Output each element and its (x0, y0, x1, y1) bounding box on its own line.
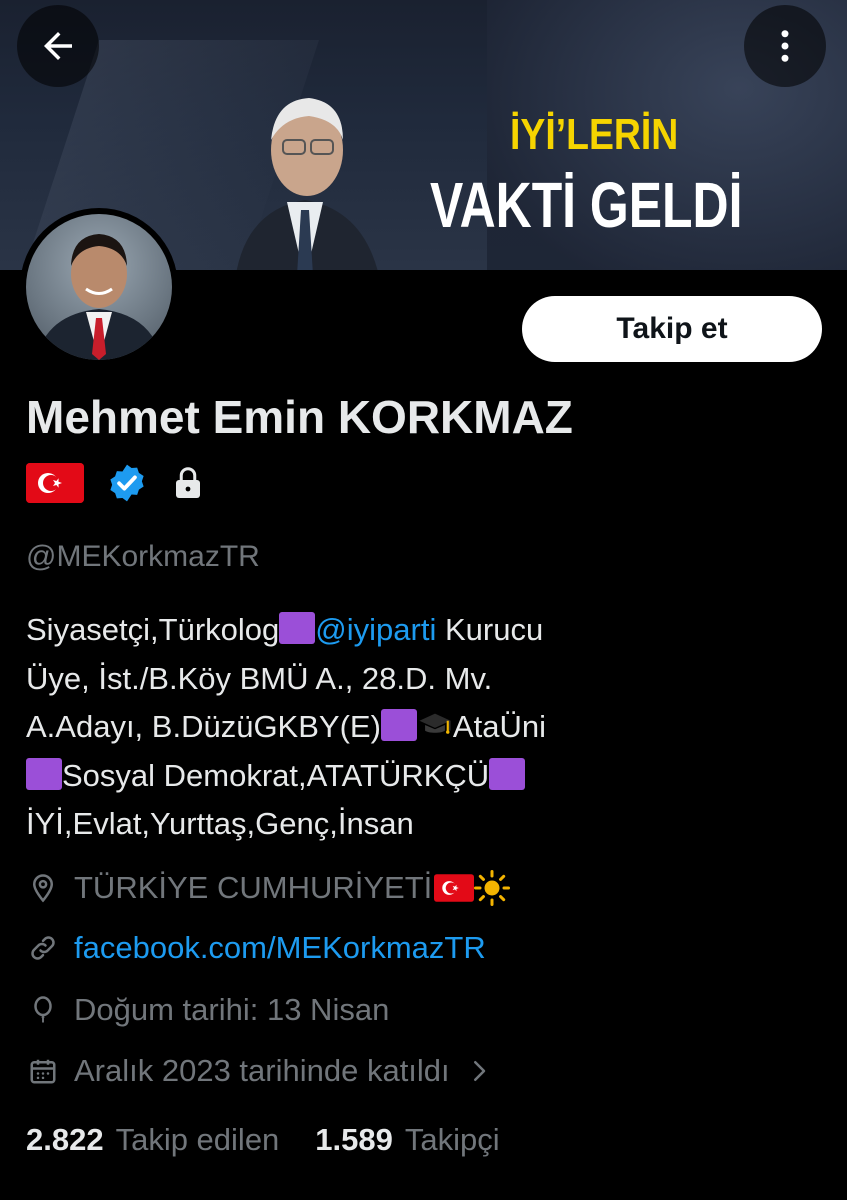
verified-badge-icon[interactable] (106, 462, 148, 504)
profile-joined[interactable]: Aralık 2023 tarihinde katıldı (26, 1053, 494, 1089)
balloon-icon (26, 993, 60, 1027)
sun-icon (474, 870, 511, 906)
bio-text: Siyasetçi,Türkolog (26, 612, 280, 647)
bio-text: İYİ,Evlat,Yurttaş,Genç,İnsan (26, 806, 414, 841)
graduation-cap-icon (419, 713, 451, 734)
bio-text: A.Adayı, B.DüzüGKBY(E) (26, 709, 381, 744)
location-text: TÜRKİYE CUMHURİYETİ (74, 870, 433, 905)
profile-website: facebook.com/MEKorkmazTR (26, 930, 486, 966)
arrow-left-icon (44, 32, 72, 60)
name-badges (26, 462, 206, 504)
purple-square-icon (279, 612, 316, 644)
lock-icon (176, 467, 200, 498)
profile-handle: @MEKorkmazTR (26, 540, 260, 573)
purple-square-icon (489, 757, 526, 790)
link-icon (26, 931, 60, 965)
avatar-portrait (36, 234, 162, 360)
bio-text: Kurucu (436, 612, 544, 647)
more-options-button[interactable] (744, 5, 826, 87)
joined-text: Aralık 2023 tarihinde katıldı (74, 1053, 450, 1088)
website-link[interactable]: facebook.com/MEKorkmazTR (74, 930, 486, 966)
calendar-icon (26, 1054, 60, 1088)
turkey-flag-icon (434, 874, 475, 902)
purple-square-icon (380, 709, 417, 741)
location-pin-icon (26, 871, 60, 905)
back-button[interactable] (17, 5, 99, 87)
display-name: Mehmet Emin KORKMAZ (26, 391, 573, 443)
chevron-right-icon (473, 1061, 485, 1081)
profile-avatar[interactable] (20, 208, 178, 366)
bio-mention-link[interactable]: @iyiparti (315, 612, 436, 647)
profile-bio: Siyasetçi,Türkolog @iyiparti Kurucu Üye, … (26, 606, 726, 849)
bio-text: Üye, İst./B.Köy BMÜ A., 28.D. Mv. (26, 660, 493, 696)
following-count[interactable]: 2.822 (26, 1122, 104, 1158)
follow-button[interactable]: Takip et (522, 296, 822, 362)
bio-text: Sosyal Demokrat,ATATÜRKÇÜ (62, 757, 490, 793)
banner-slogan-line1: İYİ’LERİN (510, 110, 679, 159)
follow-stats: 2.822 Takip edilen 1.589 Takipçi (26, 1122, 536, 1158)
banner-slogan-line2: VAKTİ GELDİ (430, 169, 743, 241)
following-label[interactable]: Takip edilen (116, 1122, 280, 1158)
bio-text: AtaÜni (452, 709, 546, 744)
profile-location: TÜRKİYE CUMHURİYETİ (26, 870, 511, 906)
followers-label[interactable]: Takipçi (405, 1122, 500, 1158)
purple-square-icon (26, 757, 62, 790)
profile-birthday: Doğum tarihi: 13 Nisan (26, 992, 389, 1028)
birthday-text: Doğum tarihi: 13 Nisan (74, 992, 390, 1027)
banner-portrait (236, 98, 378, 270)
more-vertical-icon (781, 30, 789, 62)
followers-count[interactable]: 1.589 (315, 1122, 393, 1158)
turkey-flag-icon (26, 463, 84, 503)
avatar (26, 214, 172, 360)
